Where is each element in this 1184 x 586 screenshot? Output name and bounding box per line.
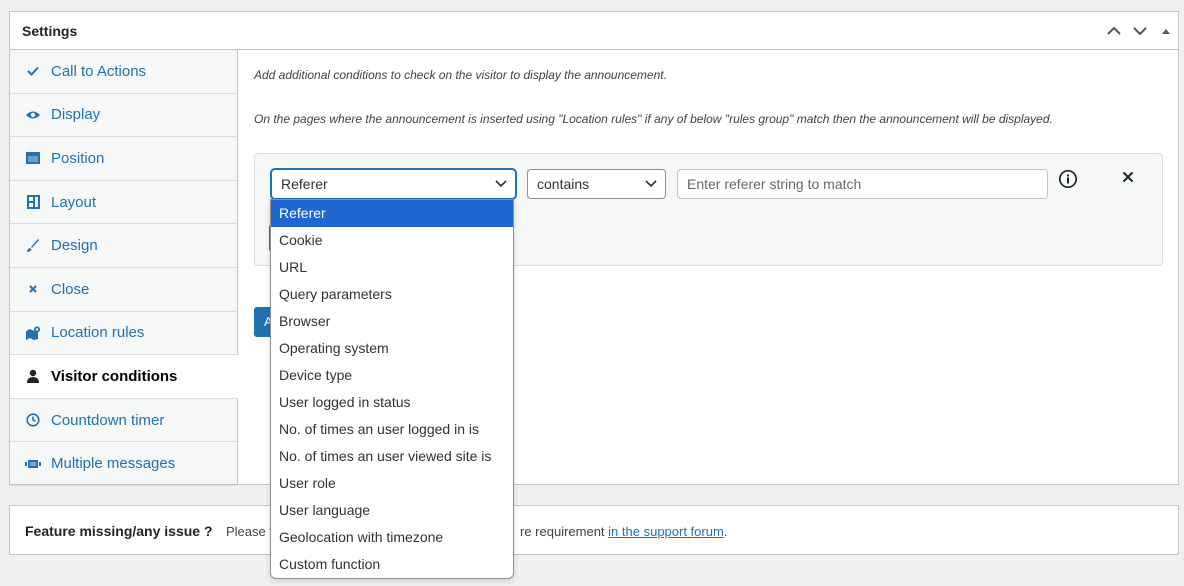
option-cookie[interactable]: Cookie xyxy=(271,227,513,254)
option-operating-system[interactable]: Operating system xyxy=(271,335,513,362)
condition-param-select[interactable]: Referer xyxy=(271,169,516,199)
panel-header: Settings xyxy=(10,12,1178,50)
tab-position[interactable]: Position xyxy=(10,137,237,181)
move-down-button[interactable] xyxy=(1130,21,1150,41)
feedback-text-end-label: re requirement xyxy=(520,524,605,539)
clock-icon xyxy=(24,411,42,429)
tab-call-to-actions[interactable]: Call to Actions xyxy=(10,50,237,94)
tab-label: Call to Actions xyxy=(51,62,147,80)
close-icon xyxy=(24,280,42,298)
condition-operator-select[interactable]: contains xyxy=(527,169,666,199)
remove-rule-icon[interactable] xyxy=(1120,169,1136,185)
referer-value-placeholder: Enter referer string to match xyxy=(687,176,862,192)
tab-label: Design xyxy=(51,237,98,255)
option-device-type[interactable]: Device type xyxy=(271,362,513,389)
option-url[interactable]: URL xyxy=(271,254,513,281)
option-times-logged-in[interactable]: No. of times an user logged in is xyxy=(271,416,513,443)
tab-layout[interactable]: Layout xyxy=(10,181,237,225)
toggle-panel-button[interactable] xyxy=(1156,21,1176,41)
feedback-text-start: Please f xyxy=(226,524,273,539)
feedback-box: Feature missing/any issue ? Please f re … xyxy=(9,505,1179,555)
tab-label: Countdown timer xyxy=(51,411,165,429)
condition-operator-value: contains xyxy=(537,176,590,192)
feedback-text-end: re requirement in the support forum. xyxy=(520,524,727,539)
support-forum-link[interactable]: in the support forum xyxy=(608,524,724,539)
option-browser[interactable]: Browser xyxy=(271,308,513,335)
option-user-language[interactable]: User language xyxy=(271,497,513,524)
triangle-up-icon xyxy=(1162,29,1170,34)
referer-value-input[interactable]: Enter referer string to match xyxy=(677,169,1048,199)
check-icon xyxy=(24,62,42,80)
tab-display[interactable]: Display xyxy=(10,94,237,138)
brush-icon xyxy=(24,237,42,255)
tab-label: Location rules xyxy=(51,324,145,342)
user-icon xyxy=(24,367,42,385)
condition-param-dropdown: Referer Cookie URL Query parameters Brow… xyxy=(270,199,514,579)
tab-label: Layout xyxy=(51,193,97,211)
tab-label: Display xyxy=(51,106,101,124)
option-referer[interactable]: Referer xyxy=(271,200,513,227)
condition-param-value: Referer xyxy=(281,176,328,192)
tab-multiple-messages[interactable]: Multiple messages xyxy=(10,442,237,486)
tab-label: Multiple messages xyxy=(51,455,176,473)
move-up-button[interactable] xyxy=(1104,21,1124,41)
tab-location-rules[interactable]: Location rules xyxy=(10,312,237,356)
tab-countdown-timer[interactable]: Countdown timer xyxy=(10,399,237,443)
tab-label: Visitor conditions xyxy=(51,367,178,385)
settings-panel: Settings Call to Actions Display Positio… xyxy=(9,11,1179,486)
tab-label: Close xyxy=(51,280,90,298)
feedback-title: Feature missing/any issue ? xyxy=(25,523,213,539)
option-query-parameters[interactable]: Query parameters xyxy=(271,281,513,308)
eye-icon xyxy=(24,106,42,124)
description-rules-group: On the pages where the announcement is i… xyxy=(254,112,1053,126)
chevron-down-icon xyxy=(495,180,507,188)
tab-label: Position xyxy=(51,149,105,167)
tab-design[interactable]: Design xyxy=(10,224,237,268)
feedback-suffix: . xyxy=(723,524,728,539)
chevron-up-icon xyxy=(1107,26,1121,35)
option-times-viewed-site[interactable]: No. of times an user viewed site is xyxy=(271,443,513,470)
layout-icon xyxy=(24,193,42,211)
panel-title: Settings xyxy=(22,23,78,39)
settings-tabs: Call to Actions Display Position Layout … xyxy=(10,50,238,486)
slides-icon xyxy=(24,455,42,473)
window-icon xyxy=(24,149,42,167)
tab-close[interactable]: Close xyxy=(10,268,237,312)
option-custom-function[interactable]: Custom function xyxy=(271,551,513,578)
description-conditions: Add additional conditions to check on th… xyxy=(254,68,667,82)
map-icon xyxy=(24,324,42,342)
option-user-logged-in-status[interactable]: User logged in status xyxy=(271,389,513,416)
option-geolocation-timezone[interactable]: Geolocation with timezone xyxy=(271,524,513,551)
chevron-down-icon xyxy=(645,180,657,188)
chevron-down-icon xyxy=(1133,27,1147,36)
info-icon[interactable] xyxy=(1058,169,1078,189)
option-user-role[interactable]: User role xyxy=(271,470,513,497)
tab-visitor-conditions[interactable]: Visitor conditions xyxy=(10,355,238,399)
